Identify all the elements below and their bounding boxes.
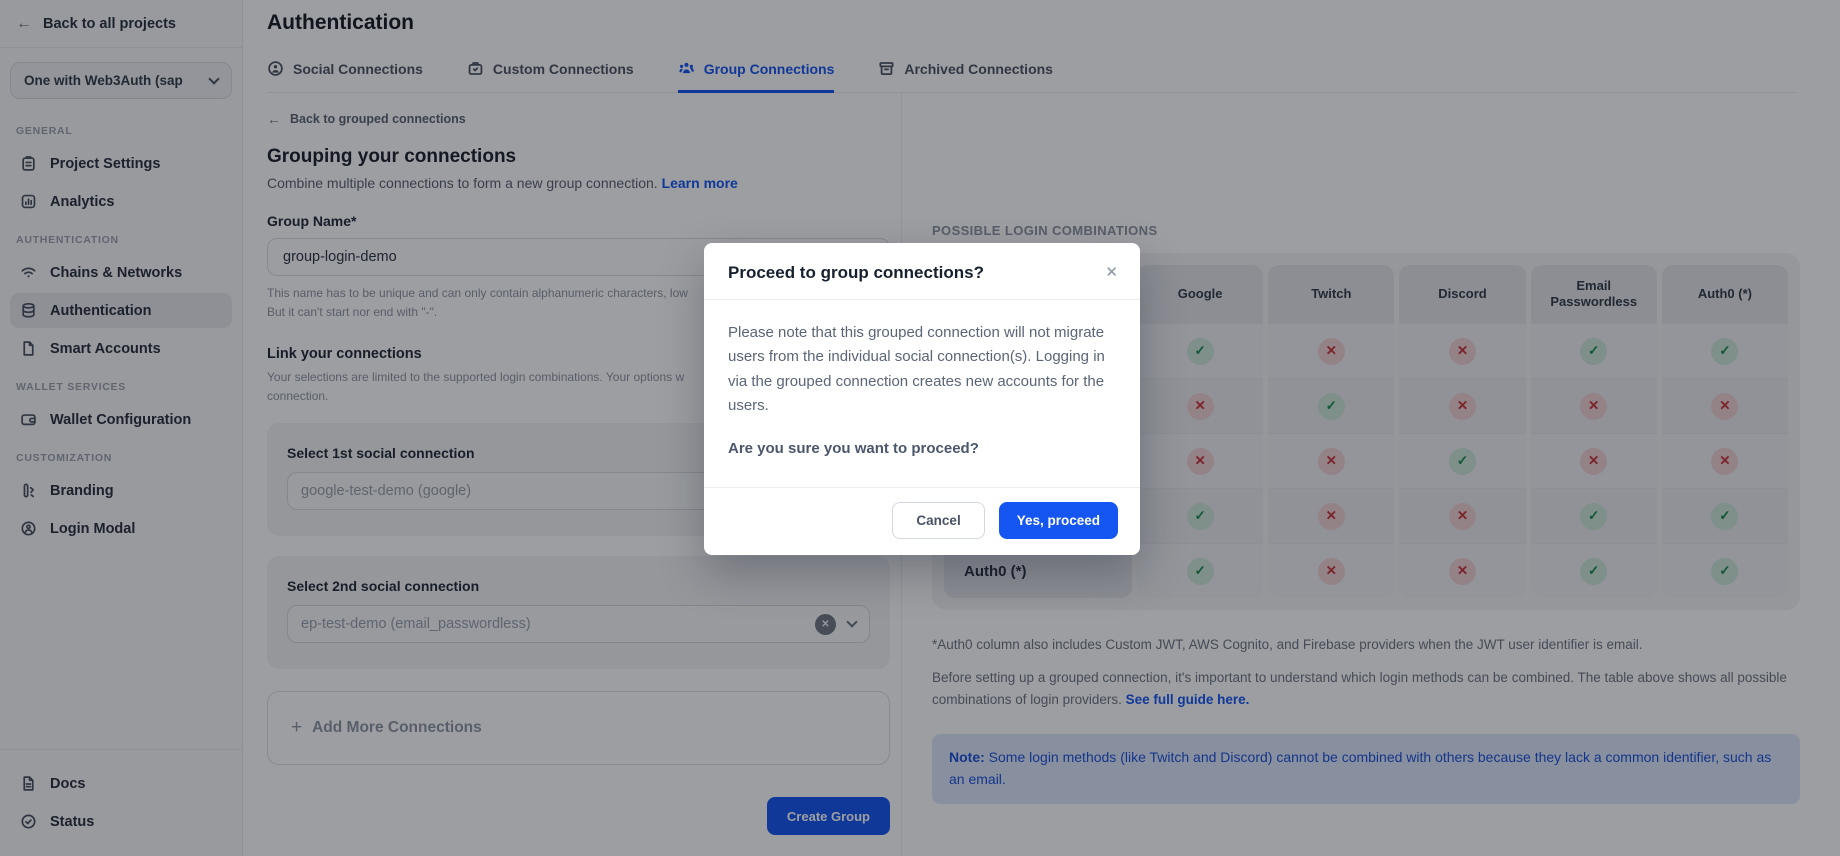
dialog-footer: Cancel Yes, proceed: [704, 487, 1140, 555]
dialog-body-text: Please note that this grouped connection…: [728, 321, 1114, 418]
close-icon[interactable]: ✕: [1103, 263, 1120, 282]
yes-proceed-button[interactable]: Yes, proceed: [999, 502, 1118, 539]
dialog-title: Proceed to group connections?: [728, 263, 984, 283]
dialog-header: Proceed to group connections? ✕: [704, 243, 1140, 299]
proceed-dialog: Proceed to group connections? ✕ Please n…: [704, 243, 1140, 555]
cancel-button[interactable]: Cancel: [892, 502, 984, 539]
dialog-body: Please note that this grouped connection…: [704, 300, 1140, 487]
dialog-question: Are you sure you want to proceed?: [728, 437, 1114, 461]
